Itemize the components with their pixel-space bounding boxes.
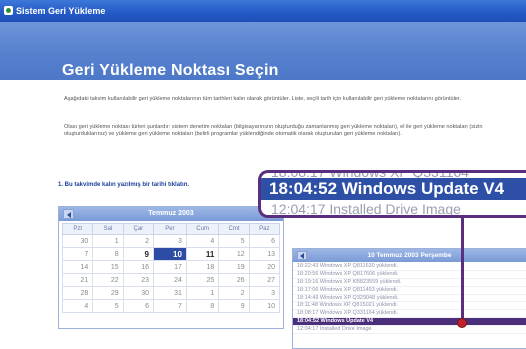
calendar-day: 22	[92, 273, 124, 287]
calendar-day: 15	[92, 260, 124, 274]
calendar-day: 6	[248, 234, 281, 248]
weekday-header: Per	[152, 223, 187, 235]
calendar-day: 12	[218, 247, 250, 261]
weekday-header: Cum	[185, 223, 220, 235]
calendar-day: 23	[122, 273, 154, 287]
calendar-day: 13	[248, 247, 281, 261]
calendar-day: 6	[122, 299, 154, 313]
restore-list-date: 10 Temmuz 2003 Perşembe	[367, 252, 452, 259]
calendar-day: 19	[218, 260, 250, 274]
calendar-week-row: 28 29 30 31 1 2 3	[61, 286, 281, 300]
calendar-day: 10	[248, 299, 281, 313]
restore-point-list: 10 Temmuz 2003 Perşembe 18:22:43 Windows…	[292, 248, 526, 349]
calendar-day: 27	[248, 273, 281, 287]
calendar-day: 16	[122, 260, 154, 274]
callout-connector-line	[461, 218, 464, 322]
callout-anchor-dot	[457, 318, 467, 328]
calendar-week-row: 21 22 23 24 25 26 27	[61, 273, 281, 287]
calendar-day: 5	[218, 234, 250, 248]
restore-point-item-selected[interactable]: 18:04:52 Windows Update V4	[293, 318, 526, 327]
calendar-day: 8	[92, 247, 124, 261]
weekday-header: Cmt	[218, 223, 250, 235]
page-title: Geri Yükleme Noktası Seçin	[62, 62, 279, 79]
calendar-instruction: 1. Bu takvimde kalın yazılmış bir tarihi…	[58, 182, 190, 188]
restore-point-item[interactable]: 18:17:06 Windows XP Q811493 yüklendi.	[293, 287, 526, 295]
calendar-day: 4	[185, 234, 220, 248]
calendar-day-selected[interactable]: 10	[152, 247, 187, 261]
calendar-day[interactable]: 9	[122, 247, 154, 261]
intro-paragraph-1: Aşağıdaki takvim kullanılabilir geri yük…	[64, 96, 462, 102]
calendar-day: 3	[152, 234, 187, 248]
calendar-day: 2	[218, 286, 250, 300]
restore-list-header: 10 Temmuz 2003 Perşembe	[293, 249, 526, 262]
calendar-header: Temmuz 2003	[59, 207, 283, 221]
restore-point-item[interactable]: 18:20:56 Windows XP Q817606 yüklendi.	[293, 271, 526, 279]
calendar-day: 24	[152, 273, 187, 287]
calendar-day: 8	[185, 299, 220, 313]
restore-point-item[interactable]: 18:11:48 Windows XP Q815021 yüklendi.	[293, 302, 526, 311]
calendar-day: 4	[61, 299, 94, 313]
restore-point-item[interactable]: 18:14:49 Windows XP Q329048 yüklendi.	[293, 295, 526, 303]
restore-point-item[interactable]: 18:19:16 Windows XP KB823559 yüklendi.	[293, 279, 526, 287]
calendar-day: 29	[92, 286, 124, 300]
calendar-day: 21	[61, 273, 94, 287]
calendar-day: 7	[152, 299, 187, 313]
calendar-day: 17	[152, 260, 187, 274]
page-header: Geri Yükleme Noktası Seçin	[0, 22, 526, 80]
calendar-day: 14	[61, 260, 94, 274]
calendar-month-label: Temmuz 2003	[148, 210, 194, 217]
calendar-week-row: 7 8 9 10 11 12 13	[61, 247, 281, 261]
magnified-selected-item: 18:04:52 Windows Update V4	[261, 178, 526, 200]
calendar-week-row: 4 5 6 7 8 9 10	[61, 299, 281, 313]
calendar-day: 28	[61, 286, 94, 300]
window-title-bar[interactable]: Sistem Geri Yükleme	[0, 0, 526, 22]
calendar-grid: Pzt Sal Çar Per Cum Cmt Paz 30 1 2 3 4 5 6 7 8 9 10 11 12 1…	[61, 223, 281, 313]
calendar-day: 30	[61, 234, 94, 248]
window-title: Sistem Geri Yükleme	[16, 6, 106, 16]
calendar-day[interactable]: 11	[185, 247, 220, 261]
restore-point-item[interactable]: 18:08:17 Windows XP Q331164 yüklendi.	[293, 310, 526, 319]
calendar-day: 26	[218, 273, 250, 287]
calendar-day: 1	[185, 286, 220, 300]
weekday-header: Pzt	[61, 223, 94, 235]
calendar-day: 18	[185, 260, 220, 274]
calendar-day: 20	[248, 260, 281, 274]
calendar-day: 2	[122, 234, 154, 248]
restore-point-item[interactable]: 18:22:43 Windows XP Q811630 yüklendi.	[293, 263, 526, 271]
calendar-day: 25	[185, 273, 220, 287]
calendar-week-row: 30 1 2 3 4 5 6	[61, 234, 281, 248]
date-calendar: Temmuz 2003 Pzt Sal Çar Per Cum Cmt Paz 30 1 2 3 4…	[58, 206, 284, 329]
magnified-next-item: 12:04:17 Installed Drive Image	[271, 201, 461, 217]
calendar-week-row: 14 15 16 17 18 19 20	[61, 260, 281, 274]
intro-paragraph-2: Olası geri yükleme noktası türleri şunla…	[64, 124, 483, 138]
calendar-day: 30	[122, 286, 154, 300]
system-restore-icon	[4, 6, 13, 15]
weekday-header: Paz	[248, 223, 281, 235]
weekday-header: Sal	[92, 223, 124, 235]
restore-point-item[interactable]: 12:04:17 Installed Drive Image	[293, 326, 526, 335]
calendar-day: 1	[92, 234, 124, 248]
magnified-selection-callout: 18:08:17 Windows XP Q331164 18:04:52 Win…	[258, 170, 526, 218]
calendar-day: 7	[61, 247, 94, 261]
calendar-day: 3	[248, 286, 281, 300]
calendar-day: 9	[218, 299, 250, 313]
weekday-header: Çar	[122, 223, 154, 235]
calendar-day: 5	[92, 299, 124, 313]
calendar-day: 31	[152, 286, 187, 300]
